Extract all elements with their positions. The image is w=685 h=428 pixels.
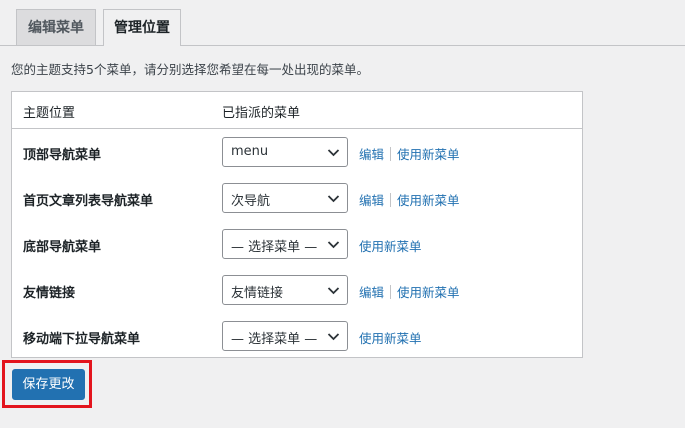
menu-actions: 编辑 使用新菜单 — [359, 282, 460, 301]
menu-select[interactable]: menu — [222, 137, 348, 167]
menu-select-value: menu — [231, 144, 269, 159]
location-label: 首页文章列表导航菜单 — [23, 194, 154, 209]
link-separator — [390, 147, 392, 161]
table-row: 移动端下拉导航菜单 — 选择菜单 — 使用新菜单 — [12, 313, 582, 359]
tab-manage-locations[interactable]: 管理位置 — [103, 9, 181, 46]
chevron-down-icon — [327, 241, 340, 249]
menu-actions: 编辑 使用新菜单 — [359, 144, 460, 163]
menu-select[interactable]: 次导航 — [222, 183, 348, 213]
table-row: 友情链接 友情链接 编辑 使用新菜单 — [12, 267, 582, 313]
use-new-menu-link[interactable]: 使用新菜单 — [397, 285, 460, 300]
menu-select[interactable]: 友情链接 — [222, 275, 348, 305]
chevron-down-icon — [327, 333, 340, 341]
edit-menu-link[interactable]: 编辑 — [359, 285, 384, 300]
chevron-down-icon — [327, 287, 340, 295]
table-row: 底部导航菜单 — 选择菜单 — 使用新菜单 — [12, 221, 582, 267]
use-new-menu-link[interactable]: 使用新菜单 — [397, 193, 460, 208]
nav-tab-bar: 编辑菜单 管理位置 — [0, 0, 685, 46]
location-label: 底部导航菜单 — [23, 240, 102, 255]
locations-description: 您的主题支持5个菜单，请分别选择您希望在每一处出现的菜单。 — [11, 62, 369, 77]
menu-select-value: — 选择菜单 — — [231, 332, 318, 347]
menu-select[interactable]: — 选择菜单 — — [222, 229, 348, 259]
chevron-down-icon — [327, 195, 340, 203]
menu-actions: 使用新菜单 — [359, 236, 422, 255]
location-label: 移动端下拉导航菜单 — [23, 332, 141, 347]
link-separator — [390, 193, 392, 207]
location-label: 顶部导航菜单 — [23, 148, 102, 163]
menu-locations-table: 主题位置 已指派的菜单 顶部导航菜单 menu 编辑 使用新菜单 首页文章列表导航… — [11, 91, 583, 358]
table-row: 首页文章列表导航菜单 次导航 编辑 使用新菜单 — [12, 175, 582, 221]
menu-select-value: — 选择菜单 — — [231, 240, 318, 255]
save-changes-button[interactable]: 保存更改 — [12, 369, 85, 400]
chevron-down-icon — [327, 149, 340, 157]
menu-select[interactable]: — 选择菜单 — — [222, 321, 348, 351]
menu-actions: 编辑 使用新菜单 — [359, 190, 460, 209]
use-new-menu-link[interactable]: 使用新菜单 — [359, 331, 422, 346]
use-new-menu-link[interactable]: 使用新菜单 — [397, 147, 460, 162]
menu-actions: 使用新菜单 — [359, 328, 422, 347]
edit-menu-link[interactable]: 编辑 — [359, 193, 384, 208]
menu-select-value: 友情链接 — [231, 286, 284, 301]
column-header-location: 主题位置 — [23, 106, 76, 121]
edit-menu-link[interactable]: 编辑 — [359, 147, 384, 162]
use-new-menu-link[interactable]: 使用新菜单 — [359, 239, 422, 254]
table-header: 主题位置 已指派的菜单 — [12, 92, 582, 129]
table-row: 顶部导航菜单 menu 编辑 使用新菜单 — [12, 129, 582, 175]
column-header-assigned-menu: 已指派的菜单 — [222, 106, 301, 121]
menu-select-value: 次导航 — [231, 194, 271, 209]
location-label: 友情链接 — [23, 286, 76, 301]
link-separator — [390, 285, 392, 299]
tab-edit-menus[interactable]: 编辑菜单 — [16, 9, 96, 45]
